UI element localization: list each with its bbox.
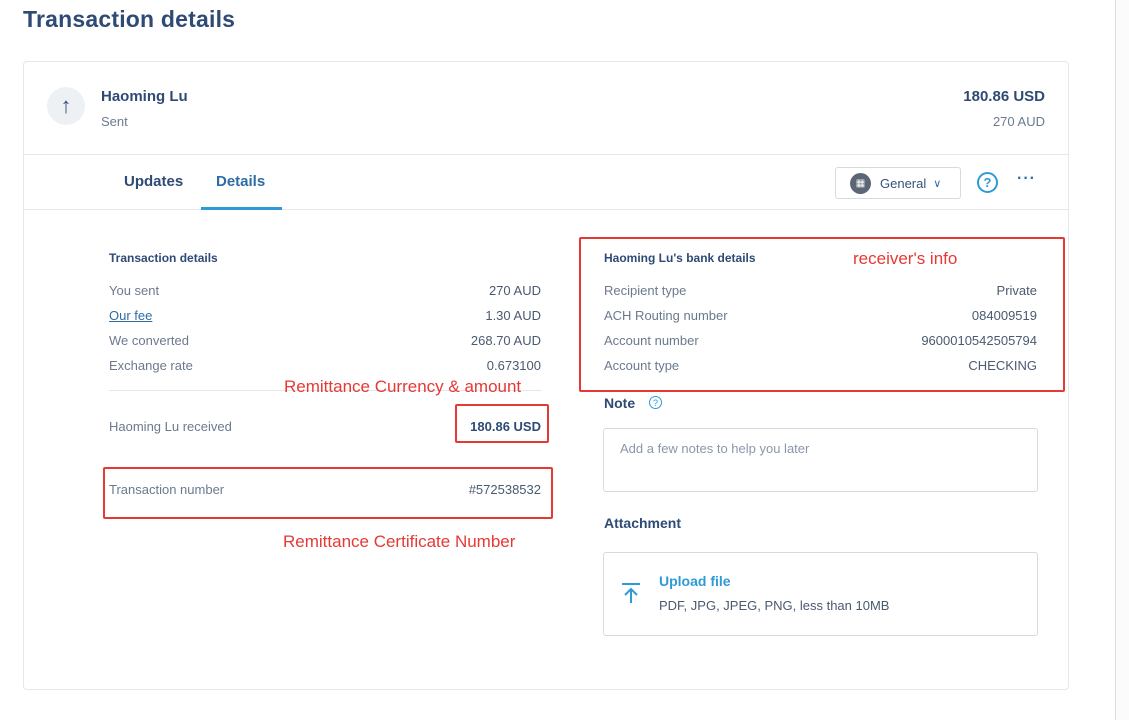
recipient-name: Haoming Lu: [101, 88, 188, 105]
amount-secondary: 270 AUD: [992, 114, 1045, 129]
upload-icon: [622, 583, 640, 603]
receiver-info-annotation: receiver's info: [853, 249, 958, 268]
chevron-down-icon: ∨: [933, 177, 942, 190]
arrow-up-icon: ↑: [47, 87, 85, 125]
received-label: Haoming Lu received: [109, 419, 232, 434]
tabs-bar: Updates Details ▦ General ∨ ? ···: [24, 155, 1068, 210]
attachment-label: Attachment: [604, 515, 682, 531]
grid-icon: ▦: [850, 172, 871, 194]
help-icon[interactable]: ?: [977, 172, 998, 193]
amount-primary: 180.86 USD: [963, 88, 1045, 105]
note-help-icon[interactable]: ?: [649, 396, 662, 409]
our-fee-value: 1.30 AUD: [485, 308, 541, 323]
active-tab-indicator: [201, 207, 282, 210]
more-options-icon[interactable]: ···: [1017, 170, 1036, 188]
we-converted-value: 268.70 AUD: [470, 333, 541, 348]
exchange-rate-label: Exchange rate: [109, 358, 193, 373]
tab-updates[interactable]: Updates: [124, 173, 183, 190]
transfer-status: Sent: [101, 114, 128, 129]
certificate-annotation: Remittance Certificate Number: [283, 532, 516, 551]
upload-file-button[interactable]: Upload file PDF, JPG, JPEG, PNG, less th…: [603, 552, 1038, 636]
our-fee-link[interactable]: Our fee: [109, 308, 152, 323]
tab-details[interactable]: Details: [216, 173, 265, 190]
currency-annotation: Remittance Currency & amount: [284, 377, 522, 396]
we-converted-label: We converted: [109, 333, 189, 348]
receiver-info-highlight: [579, 237, 1065, 392]
upload-file-title: Upload file: [659, 573, 731, 589]
transaction-summary: ↑ Haoming Lu Sent 180.86 USD 270 AUD: [24, 62, 1068, 155]
category-select-label: General: [880, 175, 927, 191]
category-select[interactable]: ▦ General ∨: [835, 167, 961, 199]
note-input[interactable]: [603, 428, 1038, 492]
you-sent-label: You sent: [109, 283, 160, 298]
upload-file-hint: PDF, JPG, JPEG, PNG, less than 10MB: [659, 598, 890, 613]
window-edge: [1115, 0, 1129, 720]
you-sent-value: 270 AUD: [488, 283, 541, 298]
page-title: Transaction details: [23, 6, 236, 32]
exchange-rate-value: 0.673100: [486, 358, 541, 373]
note-label: Note: [604, 395, 636, 411]
transaction-details-title: Transaction details: [109, 251, 218, 265]
received-amount-highlight: [455, 404, 549, 443]
transaction-number-highlight: [103, 467, 553, 519]
